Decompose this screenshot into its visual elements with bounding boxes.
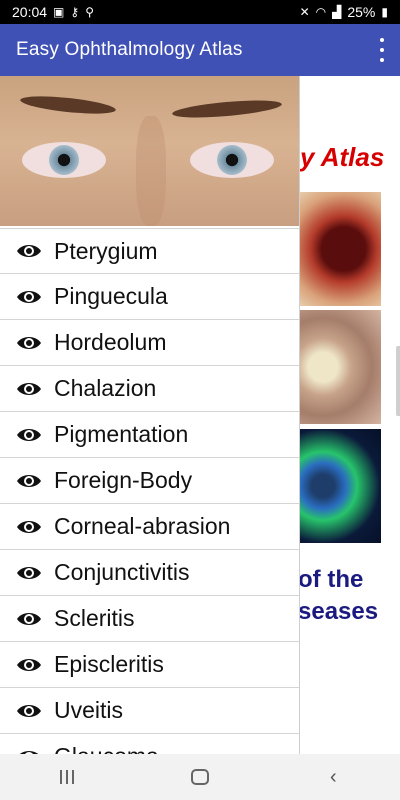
back-icon: ‹	[329, 765, 337, 788]
eye-icon	[16, 242, 42, 260]
app-bar: Easy Ophthalmology Atlas	[0, 24, 400, 76]
atlas-subtitle: of the seases	[298, 564, 378, 628]
eye-right	[190, 142, 274, 178]
menu-item-label: Conjunctivitis	[54, 559, 190, 585]
back-button[interactable]: ‹	[303, 754, 363, 800]
eyebrow-left	[19, 93, 117, 117]
eye-icon	[16, 610, 42, 628]
eye-image-fluorescein[interactable]	[298, 429, 381, 543]
menu-item-corneal-abrasion[interactable]: Corneal-abrasion	[0, 504, 299, 550]
drawer-header-image	[0, 76, 299, 226]
app-notification-icon: ⚲	[85, 5, 94, 19]
menu-item-label: Scleritis	[54, 605, 135, 631]
gallery-notification-icon: ▣	[53, 5, 65, 19]
system-nav-bar: ‹	[0, 754, 400, 800]
drawer-menu: Pterygium Pinguecula Hordeolum Chalazion…	[0, 228, 299, 754]
menu-item-chalazion[interactable]: Chalazion	[0, 366, 299, 412]
battery-icon: ▮	[381, 5, 388, 19]
menu-item-label: Uveitis	[54, 697, 124, 723]
menu-item-label: Pinguecula	[54, 283, 168, 309]
recents-button[interactable]	[37, 754, 97, 800]
home-icon	[190, 769, 209, 785]
eye-image-lid[interactable]	[298, 310, 381, 424]
menu-item-pigmentation[interactable]: Pigmentation	[0, 412, 299, 458]
eye-icon	[16, 380, 42, 398]
menu-item-label: Pterygium	[54, 237, 158, 264]
app-title: Easy Ophthalmology Atlas	[16, 39, 243, 60]
battery-percent: 25%	[347, 4, 376, 20]
key-notification-icon: ⚷	[70, 5, 80, 19]
eyebrow-right	[171, 97, 283, 121]
menu-item-label: Pigmentation	[54, 421, 189, 447]
menu-item-label: Corneal-abrasion	[54, 513, 231, 539]
menu-item-foreign-body[interactable]: Foreign-Body	[0, 458, 299, 504]
recents-icon	[59, 770, 74, 784]
status-bar: 20:04 ▣ ⚷ ⚲ ✕ ◠ ▟ 25% ▮	[0, 0, 400, 24]
wifi-icon: ◠	[315, 5, 327, 19]
iris-right	[217, 145, 247, 175]
menu-item-label: Glaucoma	[54, 743, 159, 754]
eye-icon	[16, 426, 42, 444]
menu-item-uveitis[interactable]: Uveitis	[0, 688, 299, 734]
eye-icon	[16, 564, 42, 582]
status-time: 20:04	[12, 4, 48, 20]
status-right: ✕ ◠ ▟ 25% ▮	[300, 4, 388, 20]
menu-item-conjunctivitis[interactable]: Conjunctivitis	[0, 550, 299, 596]
menu-item-label: Hordeolum	[54, 329, 167, 355]
eye-image-red[interactable]	[298, 192, 381, 306]
menu-item-label: Chalazion	[54, 375, 157, 401]
menu-item-scleritis[interactable]: Scleritis	[0, 596, 299, 642]
eye-icon	[16, 702, 42, 720]
signal-icon: ▟	[332, 5, 342, 19]
nose-bridge	[136, 116, 166, 226]
menu-item-episcleritis[interactable]: Episcleritis	[0, 642, 299, 688]
overflow-menu-icon[interactable]	[376, 38, 388, 62]
main-content: y Atlas of the seases Pterygium Pinguecu…	[0, 76, 400, 754]
eye-icon	[16, 472, 42, 490]
navigation-drawer: Pterygium Pinguecula Hordeolum Chalazion…	[0, 76, 300, 754]
status-left: 20:04 ▣ ⚷ ⚲	[12, 4, 94, 20]
scroll-indicator[interactable]	[396, 346, 400, 416]
eye-icon	[16, 518, 42, 536]
menu-item-glaucoma[interactable]: Glaucoma	[0, 734, 299, 754]
menu-item-label: Episcleritis	[54, 651, 164, 677]
subtitle-line-2: seases	[298, 598, 379, 625]
eye-icon	[16, 334, 42, 352]
menu-item-label: Foreign-Body	[54, 467, 193, 493]
menu-item-hordeolum[interactable]: Hordeolum	[0, 320, 299, 366]
eye-left	[22, 142, 106, 178]
iris-left	[49, 145, 79, 175]
home-button[interactable]	[170, 754, 230, 800]
eye-icon	[16, 288, 42, 306]
menu-item-pterygium[interactable]: Pterygium	[0, 228, 299, 274]
eye-icon	[16, 656, 42, 674]
mute-icon: ✕	[299, 5, 310, 19]
atlas-title: y Atlas	[300, 142, 385, 172]
menu-item-pinguecula[interactable]: Pinguecula	[0, 274, 299, 320]
subtitle-line-1: of the	[298, 566, 364, 593]
